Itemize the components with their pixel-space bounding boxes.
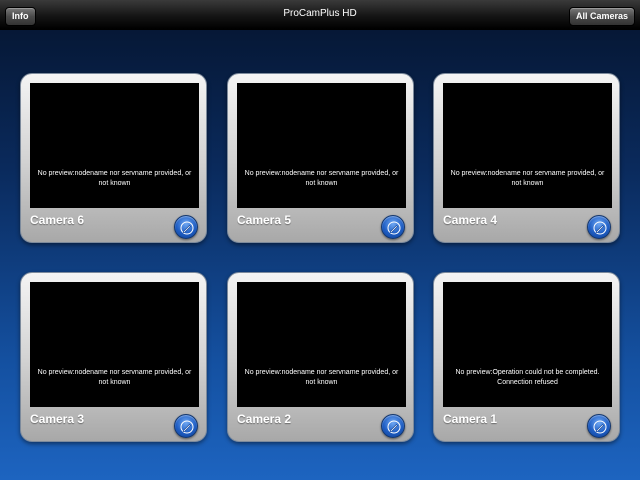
camera-preview[interactable]: No preview:nodename nor servname provide…: [443, 83, 612, 208]
camera-preview[interactable]: No preview:Operation could not be comple…: [443, 282, 612, 407]
camera-name: Camera 1: [443, 412, 498, 426]
edit-camera-button[interactable]: [381, 414, 405, 438]
camera-card-5[interactable]: No preview:nodename nor servname provide…: [227, 73, 414, 243]
all-cameras-button[interactable]: All Cameras: [568, 7, 635, 26]
preview-message: No preview:nodename nor servname provide…: [37, 369, 192, 386]
edit-pencil-icon: [180, 420, 194, 434]
camera-preview[interactable]: No preview:nodename nor servname provide…: [30, 83, 199, 208]
edit-pencil-icon: [593, 420, 607, 434]
edit-camera-button[interactable]: [587, 215, 611, 239]
camera-preview[interactable]: No preview:nodename nor servname provide…: [30, 282, 199, 407]
camera-card-2[interactable]: No preview:nodename nor servname provide…: [227, 272, 414, 442]
camera-card-3[interactable]: No preview:nodename nor servname provide…: [20, 272, 207, 442]
edit-pencil-icon: [593, 221, 607, 235]
edit-camera-button[interactable]: [381, 215, 405, 239]
camera-preview[interactable]: No preview:nodename nor servname provide…: [237, 83, 406, 208]
navigation-bar: Info ProCamPlus HD All Cameras: [0, 0, 640, 30]
camera-preview[interactable]: No preview:nodename nor servname provide…: [237, 282, 406, 407]
edit-camera-button[interactable]: [174, 215, 198, 239]
preview-message: No preview:nodename nor servname provide…: [450, 170, 605, 187]
preview-message: No preview:nodename nor servname provide…: [37, 170, 192, 187]
camera-name: Camera 2: [237, 412, 292, 426]
camera-card-4[interactable]: No preview:nodename nor servname provide…: [433, 73, 620, 243]
camera-name: Camera 6: [30, 213, 85, 227]
edit-pencil-icon: [387, 221, 401, 235]
camera-card-6[interactable]: No preview:nodename nor servname provide…: [20, 73, 207, 243]
camera-name: Camera 4: [443, 213, 498, 227]
camera-name: Camera 3: [30, 412, 85, 426]
preview-message: No preview:Operation could not be comple…: [455, 369, 600, 386]
edit-pencil-icon: [180, 221, 194, 235]
edit-camera-button[interactable]: [174, 414, 198, 438]
app-title: ProCamPlus HD: [283, 8, 357, 19]
edit-camera-button[interactable]: [587, 414, 611, 438]
edit-pencil-icon: [387, 420, 401, 434]
camera-name: Camera 5: [237, 213, 292, 227]
camera-card-1[interactable]: No preview:Operation could not be comple…: [433, 272, 620, 442]
preview-message: No preview:nodename nor servname provide…: [244, 369, 399, 386]
preview-message: No preview:nodename nor servname provide…: [244, 170, 399, 187]
